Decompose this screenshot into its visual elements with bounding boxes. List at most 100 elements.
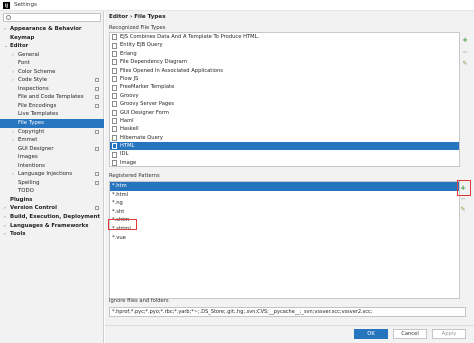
settings-tree-item[interactable]: Intentions	[0, 162, 104, 171]
remove-pattern-button[interactable]: −	[459, 195, 467, 203]
file-type-icon	[112, 67, 117, 74]
file-type-item[interactable]: IDL	[110, 150, 459, 158]
settings-tree-label: Languages & Frameworks	[10, 222, 89, 229]
settings-search-input[interactable]	[3, 13, 101, 22]
file-type-item[interactable]: Groovy Server Pages	[110, 100, 459, 108]
settings-tree-label: Appearance & Behavior	[10, 26, 82, 32]
file-type-label: Haml	[120, 117, 134, 124]
settings-sidebar: › Appearance & Behavior Keymap ⌄ Editor › Gene…	[0, 11, 104, 343]
settings-tree-label: Spelling	[18, 179, 40, 186]
file-type-label: File Dependency Diagram	[120, 59, 187, 66]
search-icon	[6, 15, 11, 20]
file-type-label: Haskell	[120, 126, 139, 133]
settings-tree-label: File Encodings	[18, 102, 57, 109]
settings-tree-label: Tools	[10, 231, 26, 238]
settings-tree-item[interactable]: Inspections	[0, 85, 104, 94]
ok-button[interactable]: OK	[354, 329, 388, 339]
file-type-item[interactable]: FreeMarker Template	[110, 83, 459, 91]
ignore-files-input[interactable]: *.hprof;*.pyc;*.pyo;*.rbc;*.yarb;*~;.DS_…	[109, 307, 466, 317]
settings-tree-item[interactable]: TODO	[0, 187, 104, 196]
settings-tree-item[interactable]: › Appearance & Behavior	[0, 25, 104, 34]
settings-tree-item[interactable]: › Color Scheme	[0, 68, 104, 77]
settings-tree-item[interactable]: › Version Control	[0, 204, 104, 213]
settings-tree-item[interactable]: › Build, Execution, Deployment	[0, 213, 104, 222]
settings-tree-label: File Types	[18, 120, 44, 127]
file-type-item[interactable]: HTML	[110, 142, 459, 151]
file-type-icon	[112, 118, 117, 125]
settings-tree-item[interactable]: › Copyright	[0, 128, 104, 137]
apply-button[interactable]: Apply	[432, 329, 466, 339]
file-type-icon	[112, 42, 117, 49]
settings-tree-label: Version Control	[10, 205, 57, 212]
settings-tree-label: Color Scheme	[18, 68, 56, 75]
file-type-item[interactable]: Entity EJB Query	[110, 41, 459, 49]
settings-tree-item[interactable]: › Languages & Frameworks	[0, 222, 104, 231]
add-pattern-highlight	[457, 180, 471, 196]
settings-tree-item[interactable]: ⌄ Editor	[0, 42, 104, 51]
settings-tree-item[interactable]: File Encodings	[0, 102, 104, 111]
project-scope-icon	[95, 95, 99, 100]
file-types-panel: Editor › File Types Recognized File Type…	[105, 11, 474, 343]
file-type-item[interactable]: File Dependency Diagram	[110, 58, 459, 66]
edit-file-type-button[interactable]: ✎	[461, 60, 469, 68]
file-type-item[interactable]: Erlang	[110, 50, 459, 58]
settings-tree-item[interactable]: Spelling	[0, 179, 104, 188]
file-type-icon	[112, 76, 117, 83]
project-scope-icon	[95, 146, 99, 151]
file-type-icon	[112, 126, 117, 133]
settings-tree-item[interactable]: › General	[0, 51, 104, 60]
file-type-icon	[112, 151, 117, 158]
settings-tree-item[interactable]: Images	[0, 153, 104, 162]
remove-file-type-button[interactable]: −	[461, 48, 469, 56]
settings-tree-item[interactable]: Font	[0, 59, 104, 68]
cancel-button[interactable]: Cancel	[393, 329, 427, 339]
file-type-label: Groovy	[120, 92, 139, 99]
file-type-icon	[112, 92, 117, 99]
file-type-item[interactable]: Files Opened In Associated Applications	[110, 67, 459, 75]
edit-pattern-button[interactable]: ✎	[459, 206, 467, 214]
file-type-label: IDL	[120, 151, 129, 158]
file-type-item[interactable]: Image	[110, 159, 459, 167]
file-type-item[interactable]: EJS Combines Data And A Template To Prod…	[110, 33, 459, 41]
file-type-item[interactable]: Groovy	[110, 92, 459, 100]
settings-tree-item[interactable]: File and Code Templates	[0, 93, 104, 102]
settings-tree-item[interactable]: File Types	[0, 119, 104, 128]
settings-tree-item[interactable]: › Tools	[0, 230, 104, 239]
file-type-label: GUI Designer Form	[120, 109, 169, 116]
settings-tree-label: Build, Execution, Deployment	[10, 214, 100, 221]
settings-tree-item[interactable]: › Code Style	[0, 76, 104, 85]
add-file-type-button[interactable]: +	[461, 36, 469, 44]
settings-tree-label: Language Injections	[18, 171, 73, 178]
file-type-label: Flow JS	[120, 75, 139, 82]
file-type-item[interactable]: Hibernate Query	[110, 134, 459, 142]
ignore-files-label: Ignore files and folders	[109, 298, 169, 304]
pattern-item[interactable]: *.htm	[110, 182, 459, 191]
recognized-file-types-list: EJS Combines Data And A Template To Prod…	[109, 32, 460, 167]
pattern-item[interactable]: *.shtml	[110, 225, 459, 234]
file-type-icon	[112, 143, 117, 150]
pattern-item[interactable]: *.ng	[110, 199, 459, 208]
file-type-item[interactable]: Haskell	[110, 125, 459, 133]
settings-tree-item[interactable]: › Language Injections	[0, 170, 104, 179]
file-type-icon	[112, 34, 117, 41]
file-type-item[interactable]: Haml	[110, 117, 459, 125]
pattern-item[interactable]: *.vue	[110, 234, 459, 243]
project-scope-icon	[95, 103, 99, 108]
file-type-icon	[112, 160, 117, 167]
pattern-item[interactable]: *.html	[110, 191, 459, 200]
pattern-item[interactable]: *.sht	[110, 208, 459, 217]
project-scope-icon	[95, 180, 99, 185]
settings-tree-label: Images	[18, 154, 38, 161]
settings-tree-label: File and Code Templates	[18, 94, 84, 101]
settings-tree-item[interactable]: › Emmet	[0, 136, 104, 145]
footer-divider	[105, 325, 474, 326]
settings-tree-item[interactable]: Live Templates	[0, 110, 104, 119]
settings-tree-item[interactable]: Keymap	[0, 34, 104, 43]
settings-tree-item[interactable]: GUI Designer	[0, 145, 104, 154]
breadcrumb: Editor › File Types	[109, 14, 166, 20]
file-type-label: HTML	[120, 143, 135, 150]
file-type-item[interactable]: Flow JS	[110, 75, 459, 83]
settings-tree-item[interactable]: Plugins	[0, 196, 104, 205]
pattern-item[interactable]: *.shtm	[110, 216, 459, 225]
file-type-item[interactable]: GUI Designer Form	[110, 109, 459, 117]
